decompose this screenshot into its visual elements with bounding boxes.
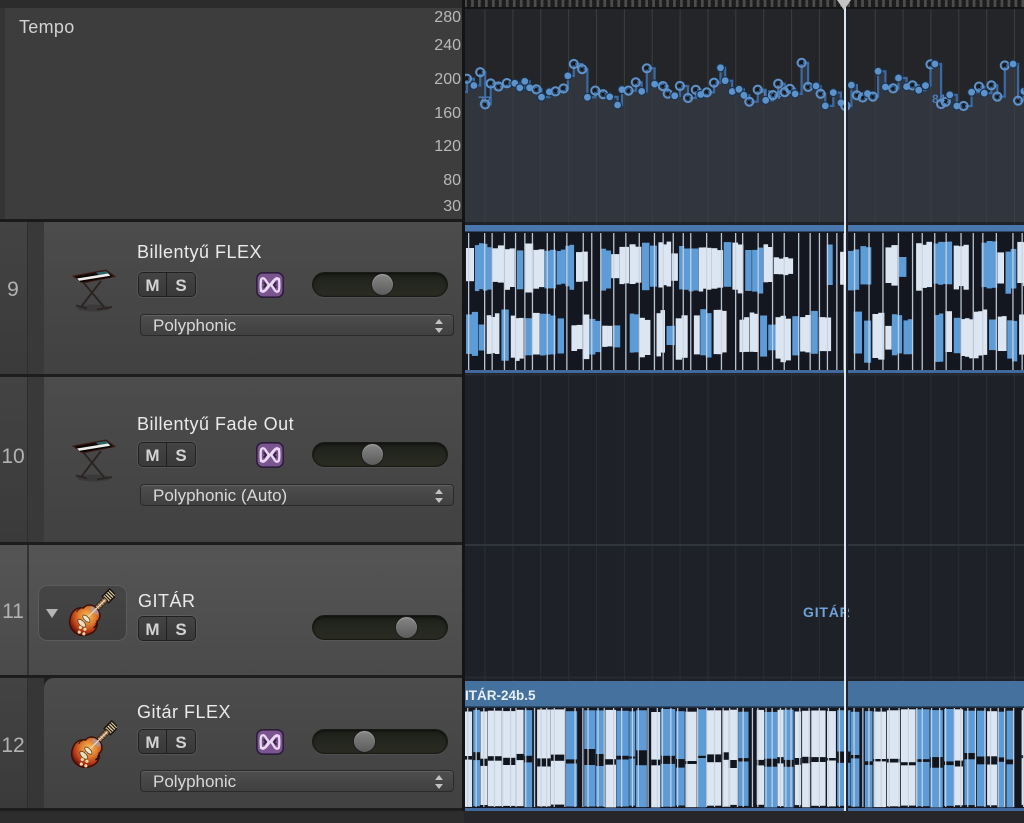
svg-text:ITÁR-24b.5: ITÁR-24b.5 xyxy=(465,688,536,703)
